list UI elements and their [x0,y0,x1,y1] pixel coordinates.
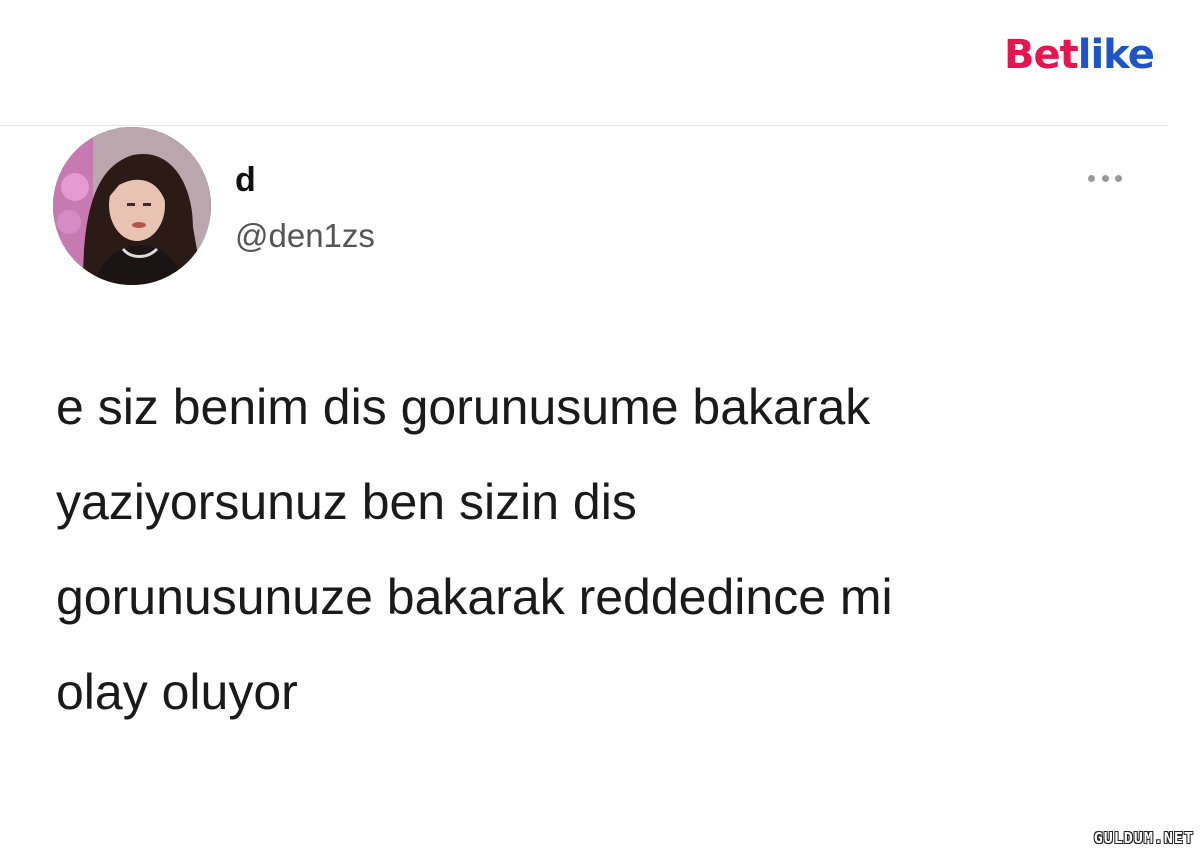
display-name[interactable]: d [235,160,256,200]
tweet-text-line: olay oluyor [56,664,298,720]
tweet-text: e siz benim dis gorunusume bakarak yaziy… [56,360,1156,740]
site-watermark: GULDUM.NET [1093,829,1194,847]
betlike-logo: Betlike [1004,30,1155,80]
more-horizontal-icon[interactable] [1088,168,1122,188]
top-divider [0,125,1168,126]
tweet-text-line: e siz benim dis gorunusume bakarak [56,379,871,435]
avatar[interactable] [53,127,211,285]
tweet-text-line: gorunusunuze bakarak reddedince mi [56,569,893,625]
more-dot [1088,174,1095,182]
avatar-image [53,127,211,285]
logo-bet-part: Bet [1004,32,1079,78]
logo-like-part: like [1077,32,1155,78]
tweet-text-line: yaziyorsunuz ben sizin dis [56,474,637,530]
more-dot [1115,174,1122,182]
more-dot [1101,174,1109,182]
user-handle[interactable]: @den1zs [235,216,375,256]
